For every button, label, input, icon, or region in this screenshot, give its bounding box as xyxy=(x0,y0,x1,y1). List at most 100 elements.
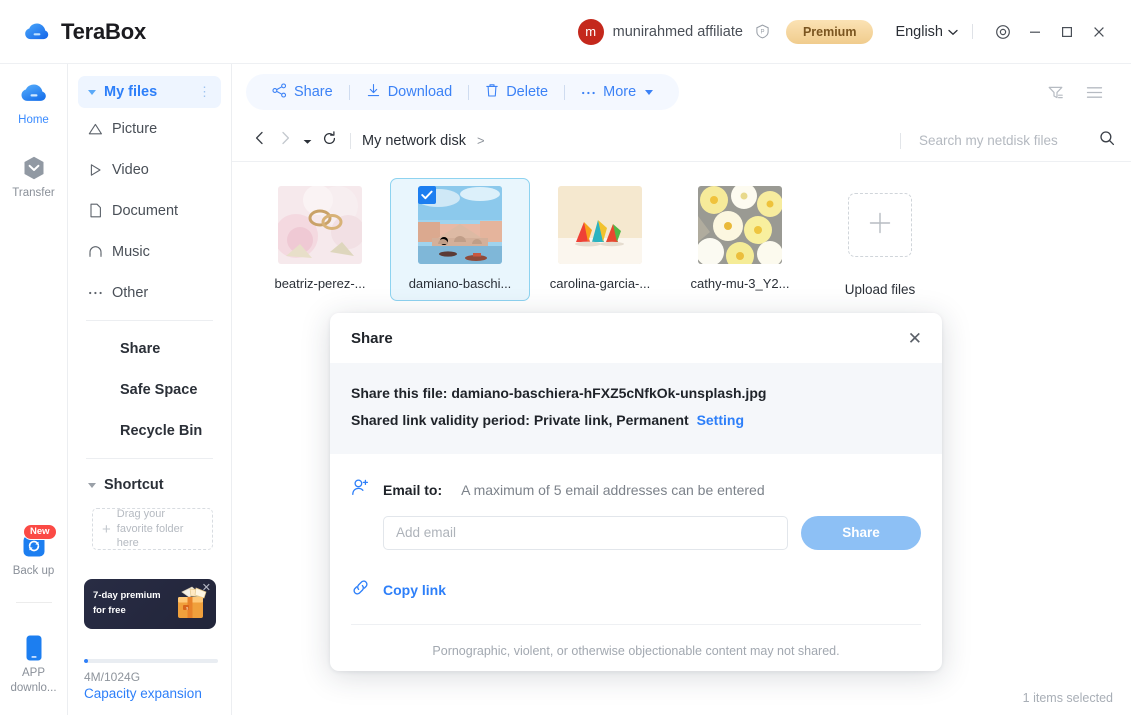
file-grid: beatriz-perez-... damiano-baschi... caro… xyxy=(232,162,1131,301)
rail-item-home[interactable]: Home xyxy=(0,80,68,127)
rail-item-transfer[interactable]: Transfer xyxy=(0,153,68,200)
dropzone-label: Drag your favorite folder here xyxy=(116,508,184,550)
kebab-menu-icon[interactable]: ⋮ xyxy=(198,85,211,98)
terabox-app-window: TeraBox m munirahmed affiliate P Premium… xyxy=(0,0,1131,715)
toolbar-divider xyxy=(564,84,566,100)
cloud-home-icon xyxy=(19,80,49,110)
share-file-line: Share this file: damiano-baschiera-hFXZ5… xyxy=(351,380,921,407)
sidebar-item-recycle-bin[interactable]: Recycle Bin xyxy=(68,410,231,451)
rail-label: Transfer xyxy=(12,187,55,200)
sidebar-label: Recycle Bin xyxy=(120,422,203,439)
copy-link-row[interactable]: Copy link xyxy=(351,578,921,602)
promo-line-2: for free xyxy=(93,604,126,616)
share-validity-line: Shared link validity period: Private lin… xyxy=(351,407,921,434)
rail-label: Home xyxy=(18,114,49,126)
sidebar-item-my-files[interactable]: My files ⋮ xyxy=(78,76,221,108)
file-tile-selected[interactable]: damiano-baschi... xyxy=(390,178,530,301)
share-file-name: damiano-baschiera-hFXZ5cNfkOk-unsplash.j… xyxy=(451,385,767,401)
shortcut-dropzone[interactable]: + Drag your favorite folder here xyxy=(92,508,213,550)
email-label-row: Email to: A maximum of 5 email addresses… xyxy=(351,478,921,502)
sidebar-item-video[interactable]: Video xyxy=(68,149,231,190)
file-tile[interactable]: beatriz-perez-... xyxy=(250,178,390,301)
search-icon[interactable] xyxy=(1099,130,1115,151)
upload-files-button[interactable]: Upload files xyxy=(810,178,950,297)
sidebar-item-picture[interactable]: Picture xyxy=(68,108,231,149)
more-button[interactable]: More xyxy=(571,84,663,100)
plus-icon xyxy=(866,209,894,242)
search-area xyxy=(900,130,1115,151)
window-controls xyxy=(987,17,1115,47)
share-info-panel: Share this file: damiano-baschiera-hFXZ5… xyxy=(330,363,942,454)
sidebar-item-other[interactable]: Other xyxy=(68,272,231,313)
file-name: damiano-baschi... xyxy=(408,276,512,291)
forward-button[interactable] xyxy=(272,128,298,154)
search-divider xyxy=(900,132,901,149)
setting-link[interactable]: Setting xyxy=(697,412,744,428)
promo-banner[interactable]: 7-day premium for free ✕ $ xyxy=(84,579,216,629)
more-button-label: More xyxy=(603,84,637,100)
language-selector[interactable]: English xyxy=(895,24,958,40)
language-label: English xyxy=(895,23,943,40)
sidebar-my-files-label: My files xyxy=(104,84,158,100)
search-input[interactable] xyxy=(919,133,1089,148)
upload-dropzone[interactable] xyxy=(848,193,912,257)
sidebar-item-share[interactable]: Share xyxy=(68,328,231,369)
list-view-icon[interactable] xyxy=(1086,86,1103,99)
file-tile[interactable]: carolina-garcia-... xyxy=(530,178,670,301)
sidebar-label: Share xyxy=(120,340,161,357)
header-divider xyxy=(972,24,973,39)
filter-icon[interactable] xyxy=(1047,84,1064,101)
document-icon xyxy=(88,203,103,218)
sidebar-label: Shortcut xyxy=(104,477,164,493)
view-controls xyxy=(1047,84,1119,101)
picture-icon xyxy=(88,121,103,136)
sidebar-item-document[interactable]: Document xyxy=(68,190,231,231)
header-right-cluster: m munirahmed affiliate P Premium English xyxy=(577,17,1131,47)
email-input[interactable] xyxy=(383,515,788,550)
history-dropdown-button[interactable] xyxy=(298,128,316,154)
upload-files-label: Upload files xyxy=(844,282,916,297)
breadcrumb-divider xyxy=(350,132,351,149)
capacity-progress-fill xyxy=(84,659,88,663)
user-account[interactable]: m munirahmed affiliate P xyxy=(577,18,770,45)
file-name: beatriz-perez-... xyxy=(274,276,366,291)
transfer-hexagon-icon xyxy=(19,153,49,183)
premium-button[interactable]: Premium xyxy=(785,19,874,44)
dialog-title: Share xyxy=(351,329,393,347)
share-dialog: Share ✕ Share this file: damiano-baschie… xyxy=(330,313,942,671)
checkbox-checked-icon[interactable] xyxy=(418,186,436,204)
dialog-header: Share ✕ xyxy=(330,313,942,363)
caret-down-icon xyxy=(303,132,312,150)
sidebar-item-safe-space[interactable]: Safe Space xyxy=(68,369,231,410)
toolbar-divider xyxy=(468,84,470,100)
dialog-share-button[interactable]: Share xyxy=(801,515,921,550)
breadcrumb-path[interactable]: My network disk xyxy=(362,133,466,149)
delete-button[interactable]: Delete xyxy=(475,83,558,102)
validity-value: Private link, Permanent xyxy=(533,412,689,429)
maximize-icon[interactable] xyxy=(1051,17,1083,47)
close-icon[interactable]: ✕ xyxy=(908,330,922,347)
rail-label: APP downlo... xyxy=(10,667,57,694)
trash-icon xyxy=(485,83,499,102)
capacity-expansion-link[interactable]: Capacity expansion xyxy=(84,686,234,701)
download-button[interactable]: Download xyxy=(356,83,463,102)
back-button[interactable] xyxy=(246,128,272,154)
caret-down-icon xyxy=(645,89,654,95)
dialog-body: Email to: A maximum of 5 email addresses… xyxy=(330,454,942,658)
refresh-button[interactable] xyxy=(316,128,342,154)
minimize-icon[interactable] xyxy=(1019,17,1051,47)
settings-target-icon[interactable] xyxy=(987,17,1019,47)
sidebar-item-music[interactable]: Music xyxy=(68,231,231,272)
sidebar-label: Document xyxy=(112,202,179,219)
rail-item-app-download[interactable]: APP downlo... xyxy=(0,633,68,695)
file-name: carolina-garcia-... xyxy=(549,276,651,291)
sidebar-item-shortcut[interactable]: Shortcut xyxy=(68,466,231,504)
file-tile[interactable]: cathy-mu-3_Y2... xyxy=(670,178,810,301)
share-button[interactable]: Share xyxy=(262,82,343,102)
action-pill: Share Download Delete More xyxy=(246,74,680,110)
svg-text:P: P xyxy=(760,30,764,36)
rail-item-backup[interactable]: New Back up xyxy=(0,523,68,578)
premium-p-icon: P xyxy=(755,24,770,39)
sidebar-divider xyxy=(86,458,213,459)
close-icon[interactable] xyxy=(1083,17,1115,47)
